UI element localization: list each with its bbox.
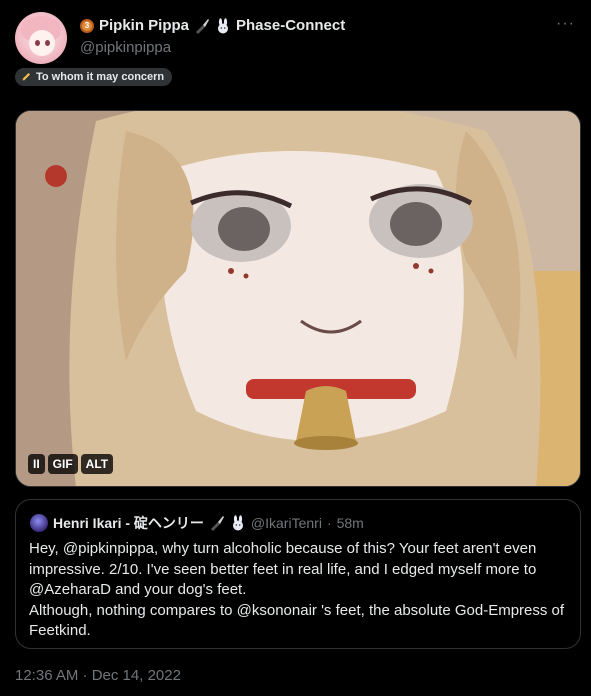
- gif-badge: GIF: [47, 454, 78, 474]
- media-illustration: [16, 111, 580, 486]
- avatar-face: [29, 30, 55, 56]
- quoted-tweet[interactable]: Henri Ikari - 碇ヘンリー @IkariTenri · 58m He…: [15, 499, 581, 649]
- quoted-tweet-text: Hey, @pipkinpippa, why turn alcoholic be…: [29, 540, 565, 639]
- quoted-tweet-header: Henri Ikari - 碇ヘンリー @IkariTenri · 58m: [30, 513, 364, 533]
- author-name-row[interactable]: 3 Pipkin Pippa Phase-Connect: [80, 17, 345, 34]
- avatar-eye: [45, 40, 50, 46]
- knife-icon: [196, 18, 210, 34]
- author-affiliation: Phase-Connect: [236, 17, 346, 34]
- medal-icon: 3: [80, 18, 94, 33]
- quoted-separator: ·: [326, 515, 332, 531]
- quoted-author-handle: @IkariTenri: [250, 515, 322, 531]
- label-pill-text: To whom it may concern: [36, 71, 165, 83]
- quoted-author-avatar: [30, 514, 48, 532]
- quoted-author-name: Henri Ikari - 碇ヘンリー: [53, 515, 204, 531]
- rabbit-icon: [218, 17, 229, 33]
- more-options-icon[interactable]: ···: [556, 15, 575, 33]
- pencil-icon: [22, 73, 30, 81]
- label-pill[interactable]: To whom it may concern: [15, 68, 173, 86]
- tweet-timestamp[interactable]: 12:36 AM · Dec 14, 2022: [15, 667, 181, 684]
- quoted-time-ago: 58m: [336, 515, 364, 531]
- rabbit-icon: [232, 515, 243, 531]
- knife-icon: [210, 516, 224, 531]
- media-controls: II GIF ALT: [28, 454, 114, 474]
- pause-button[interactable]: II: [28, 454, 45, 474]
- author-avatar[interactable]: [15, 12, 67, 64]
- alt-text-button[interactable]: ALT: [80, 454, 114, 474]
- author-display-name[interactable]: Pipkin Pippa: [99, 17, 189, 34]
- author-handle[interactable]: @pipkinpippa: [80, 39, 171, 56]
- tweet-media-gif[interactable]: II GIF ALT: [15, 110, 581, 487]
- avatar-eye: [35, 40, 40, 46]
